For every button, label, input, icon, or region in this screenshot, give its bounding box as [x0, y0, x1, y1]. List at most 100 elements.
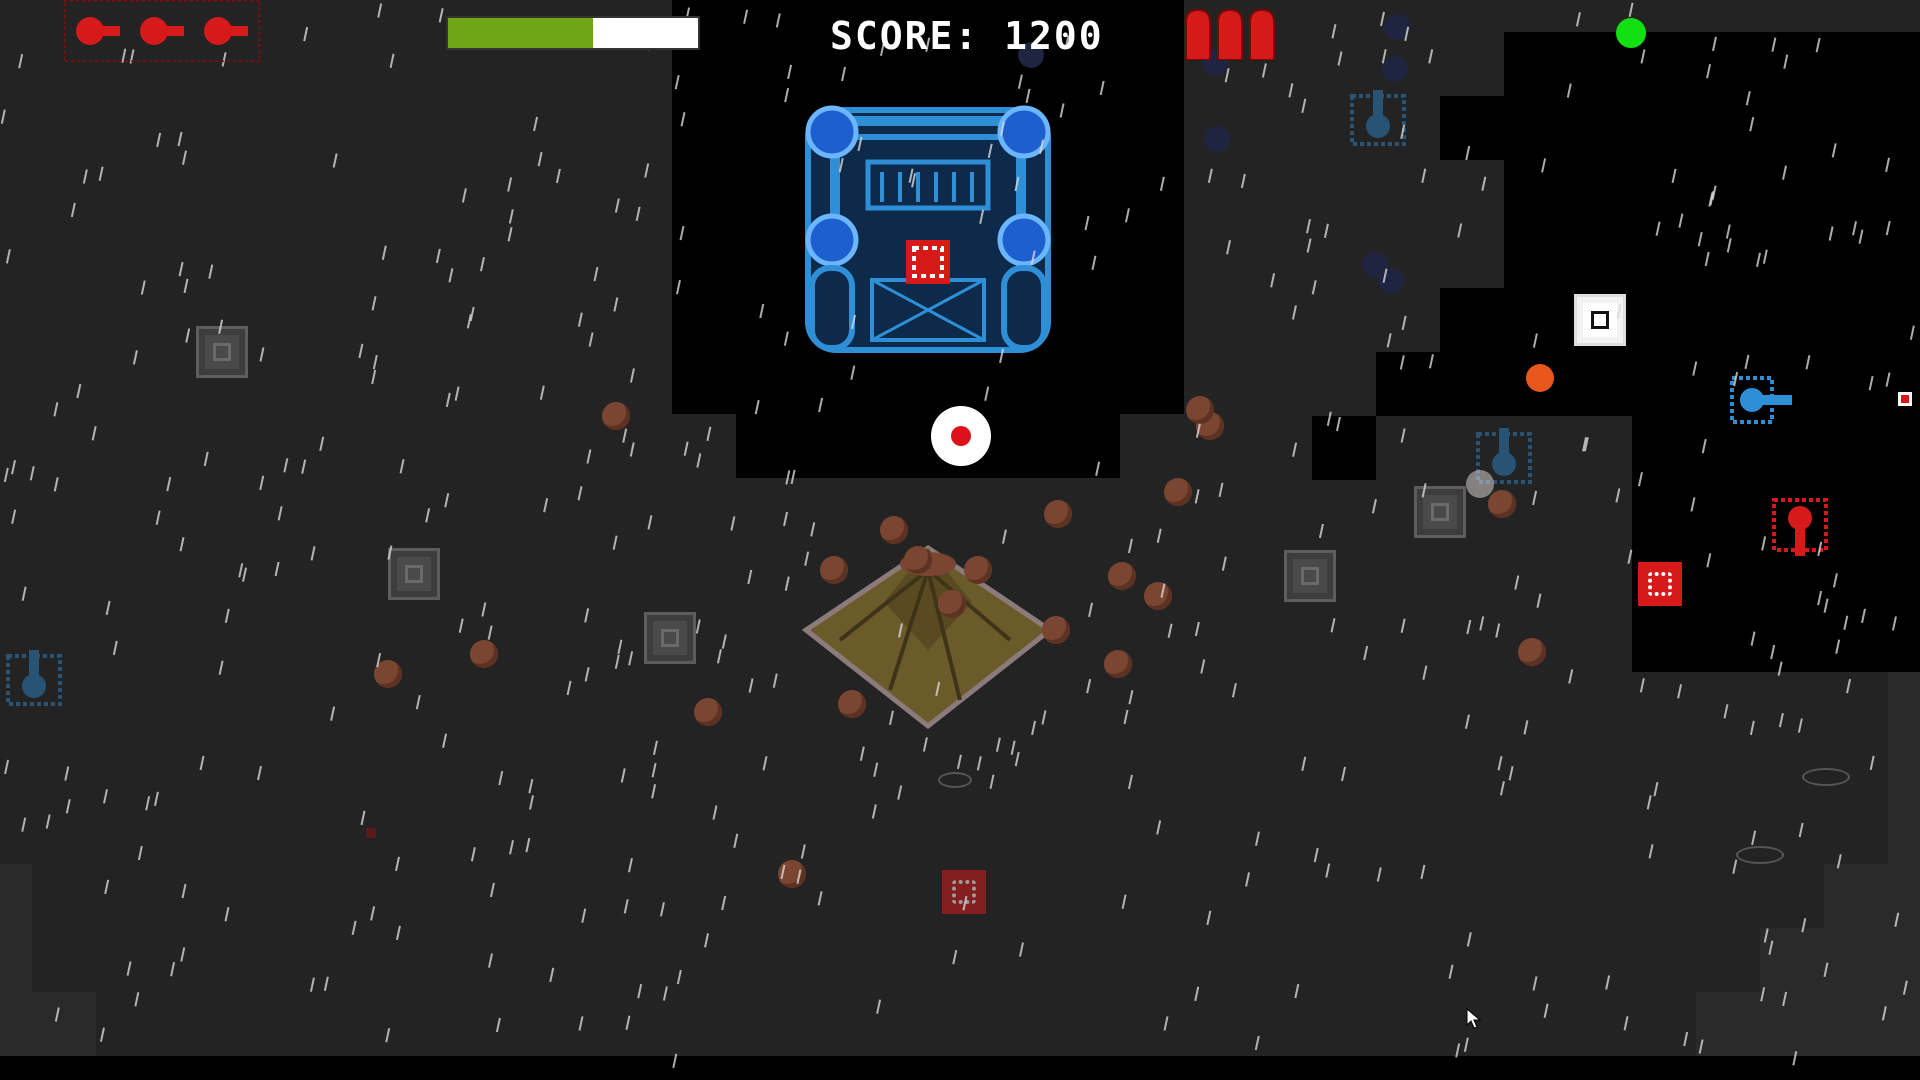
ground-ripple [938, 772, 972, 788]
map-edge [1824, 864, 1920, 928]
rain-drop [179, 537, 185, 552]
rain-drop [303, 26, 309, 42]
rain-drop [399, 459, 405, 474]
rain-drop [1514, 575, 1520, 590]
rain-drop [277, 506, 283, 521]
rain-drop [488, 953, 493, 968]
blue-turret-icon[interactable] [4, 648, 64, 712]
rain-drop [274, 561, 280, 577]
rain-drop [772, 673, 778, 688]
rain-drop [614, 198, 620, 213]
rain-drop [395, 856, 400, 872]
rain-drop [1019, 942, 1024, 957]
rain-drop [371, 296, 377, 311]
rain-drop [435, 248, 441, 264]
ground-ripple [1736, 846, 1784, 864]
rain-drop [487, 625, 493, 640]
rain-drop [581, 908, 587, 923]
rain-drop [617, 639, 623, 655]
rain-drop [1301, 756, 1307, 772]
rain-drop [577, 486, 583, 501]
rain-drop [1648, 844, 1654, 859]
rain-drop [612, 535, 618, 550]
rain-drop [283, 458, 289, 473]
rain-drop [1240, 173, 1246, 189]
rain-drop [1628, 2, 1634, 17]
rain-drop [533, 116, 539, 132]
medkit-icon[interactable] [1638, 562, 1682, 606]
red-turret-icon[interactable] [1770, 494, 1830, 558]
lava-rock [1108, 562, 1136, 590]
dark-orb [1382, 56, 1408, 82]
supply-crate-icon[interactable] [196, 326, 248, 378]
rain-drop [70, 202, 76, 218]
rain-drop [1010, 740, 1016, 755]
rain-drop [1231, 683, 1237, 698]
rain-drop [637, 983, 643, 999]
rain-drop [1086, 678, 1092, 694]
rain-drop [1797, 718, 1803, 733]
rain-drop [182, 150, 187, 165]
rain-drop [1194, 986, 1200, 1002]
lava-rock [470, 640, 498, 668]
enemy-bullet [1526, 364, 1554, 392]
rain-drop [29, 466, 35, 481]
rain-drop [1623, 1016, 1629, 1031]
rain-drop [498, 770, 504, 786]
rain-drop [199, 755, 205, 771]
rain-drop [1869, 755, 1875, 771]
rain-drop [332, 153, 338, 168]
rain-drop [1677, 684, 1683, 699]
supply-crate-icon[interactable] [388, 548, 440, 600]
fog-region [1312, 416, 1376, 480]
rain-drop [1639, 678, 1645, 693]
blue-turret-icon[interactable] [1730, 370, 1794, 430]
rain-drop [11, 459, 16, 475]
health-bar-fill [448, 18, 593, 48]
rain-drop [1200, 659, 1206, 674]
rain-drop [1245, 872, 1251, 887]
lava-rock [904, 546, 932, 574]
supply-crate-icon[interactable] [1284, 550, 1336, 602]
rain-drop [1400, 428, 1406, 443]
lava-rock [1488, 490, 1516, 518]
rain-drop [438, 8, 444, 23]
rain-drop [733, 833, 739, 849]
rain-drop [381, 245, 387, 260]
rain-drop [1751, 830, 1757, 846]
rain-drop [1270, 273, 1276, 288]
map-edge [0, 992, 96, 1056]
rain-drop [644, 163, 650, 178]
rain-drop [11, 509, 17, 524]
rain-drop [301, 459, 307, 474]
rain-drop [1575, 12, 1581, 27]
rain-drop [622, 428, 628, 443]
rain-drop [1306, 218, 1311, 234]
rain-drop [371, 369, 377, 385]
fog-region [0, 1056, 1920, 1080]
supply-crate-icon[interactable] [1414, 486, 1466, 538]
game-viewport[interactable] [0, 0, 1920, 1080]
medkit-icon[interactable] [942, 870, 986, 914]
player-tank-icon[interactable] [931, 406, 991, 466]
lava-rock [1164, 478, 1192, 506]
supply-crate-icon[interactable] [1574, 294, 1626, 346]
rain-drop [784, 576, 790, 591]
medkit-icon[interactable] [1898, 392, 1912, 406]
rain-drop [1167, 623, 1173, 638]
rain-drop [257, 765, 262, 781]
ground-ripple [1802, 768, 1850, 786]
rain-drop [586, 449, 592, 464]
rain-drop [783, 511, 789, 527]
rain-drop [1723, 704, 1729, 719]
rain-drop [543, 497, 549, 513]
blue-turret-icon[interactable] [1348, 88, 1408, 152]
rain-drop [166, 476, 172, 492]
rain-drop [112, 640, 118, 656]
rain-drop [549, 967, 555, 983]
rain-drop [310, 546, 316, 561]
supply-crate-icon[interactable] [644, 612, 696, 664]
fog-region [1440, 96, 1510, 160]
blue-fortress-boss[interactable] [800, 100, 1056, 356]
lava-rock [1186, 396, 1214, 424]
